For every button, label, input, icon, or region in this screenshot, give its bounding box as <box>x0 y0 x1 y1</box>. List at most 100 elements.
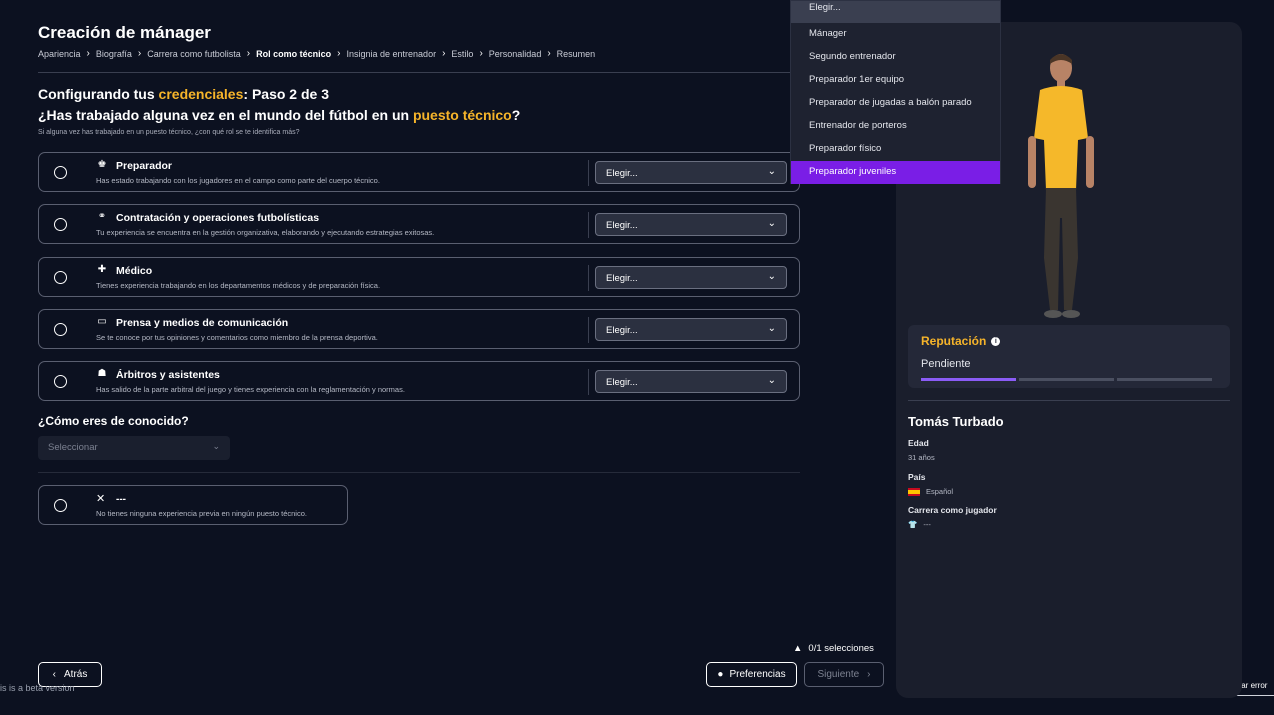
section-divider <box>38 472 800 473</box>
radio-button[interactable] <box>54 166 67 179</box>
reputation-progress <box>921 378 1212 381</box>
question-highlight: puesto técnico <box>412 107 512 123</box>
user-icon: ● <box>717 669 724 680</box>
player-name: Tomás Turbado <box>908 414 1004 429</box>
selection-count-label: 0/1 selecciones <box>808 643 874 654</box>
shirt-icon: 👕 <box>908 520 918 529</box>
dropdown-option[interactable]: Mánager <box>791 23 1000 46</box>
question-hint: Si alguna vez has trabajado en un puesto… <box>38 129 300 136</box>
step-prefix: Configurando tus <box>38 86 159 102</box>
monitor-icon: ▭ <box>97 316 107 327</box>
radio-button[interactable] <box>54 375 67 388</box>
breadcrumb-item[interactable]: Insignia de entrenador <box>347 49 437 59</box>
career-label: Carrera como jugador <box>908 505 997 515</box>
chevron-right-icon: › <box>246 48 251 59</box>
dropdown-option[interactable]: Preparador físico <box>791 138 1000 161</box>
option-title: Médico <box>116 265 153 277</box>
role-select[interactable]: Elegir... ⌄ <box>595 370 787 393</box>
step-heading: Configurando tus credenciales: Paso 2 de… <box>38 86 329 102</box>
option-title: Árbitros y asistentes <box>116 369 220 381</box>
breadcrumb-item[interactable]: Personalidad <box>489 49 542 59</box>
dropdown-option[interactable]: Preparador de jugadas a balón parado <box>791 92 1000 115</box>
option-description: No tienes ninguna experiencia previa en … <box>96 509 307 518</box>
country-value-text: Español <box>926 487 954 496</box>
beta-notice: is is a beta version <box>0 683 75 693</box>
reputation-title: Reputación i <box>921 334 1001 348</box>
reputation-card: Reputación i Pendiente <box>908 325 1230 388</box>
breadcrumb-item[interactable]: Carrera como futbolista <box>147 49 241 59</box>
option-description: Has estado trabajando con los jugadores … <box>96 176 380 185</box>
role-select[interactable]: Elegir... ⌄ <box>595 266 787 289</box>
reputation-segment <box>1117 378 1212 381</box>
reputation-segment <box>921 378 1016 381</box>
dropdown-option[interactable]: Segundo entrenador <box>791 46 1000 69</box>
option-title: Contratación y operaciones futbolísticas <box>116 212 320 224</box>
dropdown-option[interactable]: Preparador 1er equipo <box>791 69 1000 92</box>
role-select[interactable]: Elegir... ⌄ <box>595 161 787 184</box>
spain-flag-icon <box>908 487 920 496</box>
age-value-text: 31 años <box>908 453 935 462</box>
header-divider <box>38 72 798 73</box>
dropdown-option[interactable]: Elegir... <box>791 1 1000 23</box>
career-value-text: --- <box>923 520 931 529</box>
option-separator <box>588 160 589 186</box>
role-option[interactable]: ♚ Preparador Has estado trabajando con los… <box>38 152 800 192</box>
close-icon: ✕ <box>96 493 106 505</box>
breadcrumb-item[interactable]: Estilo <box>451 49 473 59</box>
question-heading: ¿Has trabajado alguna vez en el mundo de… <box>38 107 520 123</box>
reputation-segment <box>1019 378 1114 381</box>
preferences-button[interactable]: ● Preferencias <box>706 662 797 687</box>
radio-button[interactable] <box>54 499 67 512</box>
dropdown-option[interactable]: Preparador juveniles <box>791 161 1000 184</box>
chevron-right-icon: › <box>479 48 483 59</box>
chevron-left-icon: ‹ <box>52 669 56 680</box>
chevron-down-icon: ⌄ <box>767 218 776 229</box>
known-select-value: Seleccionar <box>48 442 98 453</box>
coach-icon: ♚ <box>97 159 107 170</box>
radio-button[interactable] <box>54 323 67 336</box>
chevron-right-icon: › <box>547 48 551 59</box>
info-icon[interactable]: i <box>991 336 1001 346</box>
known-select[interactable]: Seleccionar ⌄ <box>38 436 230 460</box>
role-select[interactable]: Elegir... ⌄ <box>595 213 787 236</box>
no-experience-option[interactable]: ✕ --- No tienes ninguna experiencia prev… <box>38 485 348 525</box>
dropdown-option[interactable]: Entrenador de porteros <box>791 115 1000 138</box>
step-suffix: : Paso 2 de 3 <box>243 86 329 102</box>
role-option[interactable]: ▭ Prensa y medios de comunicación Se te co… <box>38 309 800 349</box>
option-title: Prensa y medios de comunicación <box>116 317 289 329</box>
country-value: Español <box>908 487 953 496</box>
chevron-down-icon: ⌄ <box>767 166 776 177</box>
option-description: Tienes experiencia trabajando en los dep… <box>96 281 381 290</box>
chevron-right-icon: › <box>867 669 871 680</box>
radio-button[interactable] <box>54 218 67 231</box>
role-select-value: Elegir... <box>606 377 638 388</box>
career-value: 👕 --- <box>908 520 931 529</box>
age-label: Edad <box>908 438 929 448</box>
whistle-icon: ☗ <box>97 368 107 379</box>
breadcrumb-item[interactable]: Resumen <box>557 49 596 59</box>
radio-button[interactable] <box>54 271 67 284</box>
chevron-right-icon: › <box>442 48 446 59</box>
role-dropdown-menu[interactable]: Elegir... Mánager Segundo entrenador Prepar… <box>790 0 1001 184</box>
role-select-value: Elegir... <box>606 273 638 284</box>
next-button[interactable]: Siguiente › <box>804 662 884 687</box>
role-select[interactable]: Elegir... ⌄ <box>595 318 787 341</box>
preferences-label: Preferencias <box>729 669 786 680</box>
next-label: Siguiente <box>817 669 860 680</box>
breadcrumb-item[interactable]: Biografía <box>96 49 132 59</box>
role-option[interactable]: ⚭ Contratación y operaciones futbolística… <box>38 204 800 244</box>
role-select-value: Elegir... <box>606 325 638 336</box>
role-option[interactable]: ✚ Médico Tienes experiencia trabajando en … <box>38 257 800 297</box>
chevron-right-icon: › <box>337 48 341 59</box>
age-value: 31 años <box>908 453 935 462</box>
role-option[interactable]: ☗ Árbitros y asistentes Has salido de la p… <box>38 361 800 401</box>
warning-icon: ▲ <box>793 643 803 654</box>
page-title: Creación de mánager <box>38 23 211 42</box>
breadcrumb-item[interactable]: Rol como técnico <box>256 49 331 59</box>
selection-count: ▲ 0/1 selecciones <box>793 643 874 654</box>
chevron-down-icon: ⌄ <box>767 375 776 386</box>
option-separator <box>588 317 589 343</box>
breadcrumb-item[interactable]: Apariencia <box>38 49 81 59</box>
option-title: --- <box>116 494 126 505</box>
chevron-down-icon: ⌄ <box>767 271 776 282</box>
